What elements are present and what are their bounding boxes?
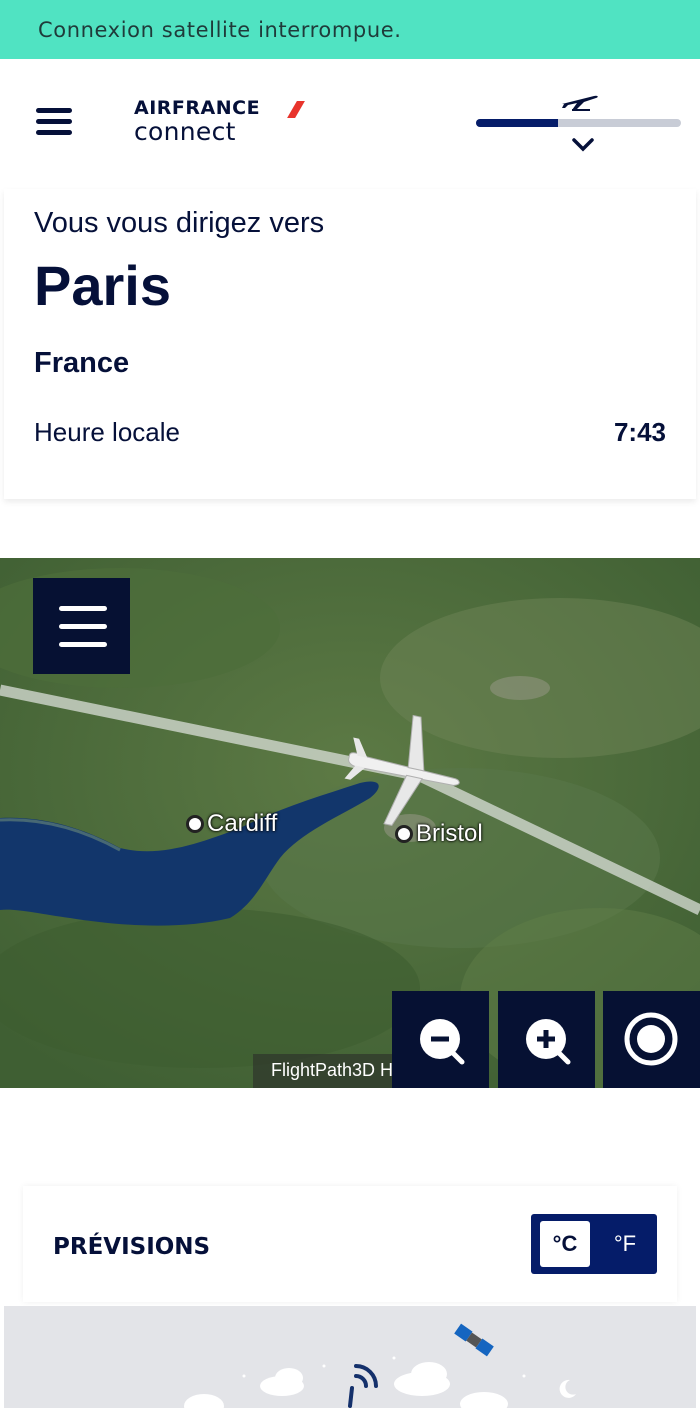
forecast-title: PRÉVISIONS (53, 1234, 211, 1260)
zoom-out-button[interactable] (392, 991, 489, 1088)
connection-status-text: Connexion satellite interrompue. (38, 17, 402, 42)
forecast-panel: PRÉVISIONS °C °F (23, 1186, 677, 1302)
signal-icon (348, 1364, 378, 1408)
plane-icon (562, 95, 598, 111)
satellite-icon (454, 1323, 494, 1357)
city-label: Bristol (416, 820, 483, 847)
flight-progress-fill (476, 119, 558, 127)
zoom-out-icon (420, 1019, 465, 1065)
chevron-down-icon[interactable] (570, 136, 596, 154)
connection-status-banner: Connexion satellite interrompue. (0, 0, 700, 59)
destination-country: France (34, 347, 130, 379)
unit-fahrenheit-button[interactable]: °F (603, 1221, 647, 1267)
local-time-value: 7:43 (613, 417, 666, 447)
city-marker-icon (395, 825, 413, 843)
city-marker-icon (186, 815, 204, 833)
map-city-cardiff: Cardiff (186, 810, 277, 838)
map-credit: FlightPath3D H (253, 1054, 403, 1088)
weather-illustration-art (184, 1323, 576, 1408)
zoom-in-button[interactable] (498, 991, 595, 1088)
flight-progress-bar (476, 119, 681, 127)
airfrance-connect-logo: AIRFRANCE connect (134, 97, 305, 146)
map-menu-button[interactable] (33, 578, 130, 674)
weather-illustration (4, 1306, 696, 1408)
destination-kicker: Vous vous dirigez vers (34, 207, 325, 239)
zoom-in-icon (526, 1019, 571, 1065)
logo-brand: AIRFRANCE (134, 97, 261, 119)
destination-city: Paris (34, 254, 171, 317)
logo-slash-icon (287, 101, 305, 118)
cloud-icon (184, 1362, 508, 1408)
unit-celsius-button[interactable]: °C (540, 1221, 590, 1267)
moon-icon (559, 1379, 576, 1398)
recenter-icon (624, 1012, 678, 1066)
flight-map[interactable]: Cardiff Bristol FlightPath3D H (0, 558, 700, 1088)
destination-card: Vous vous dirigez vers Paris France Heur… (4, 189, 696, 499)
recenter-button[interactable] (603, 991, 700, 1088)
logo-sub: connect (134, 117, 236, 146)
local-time-label: Heure locale (34, 417, 180, 447)
temperature-unit-toggle[interactable]: °C °F (531, 1214, 657, 1274)
map-city-bristol: Bristol (395, 820, 483, 848)
menu-icon[interactable] (36, 106, 72, 138)
city-label: Cardiff (207, 810, 278, 837)
